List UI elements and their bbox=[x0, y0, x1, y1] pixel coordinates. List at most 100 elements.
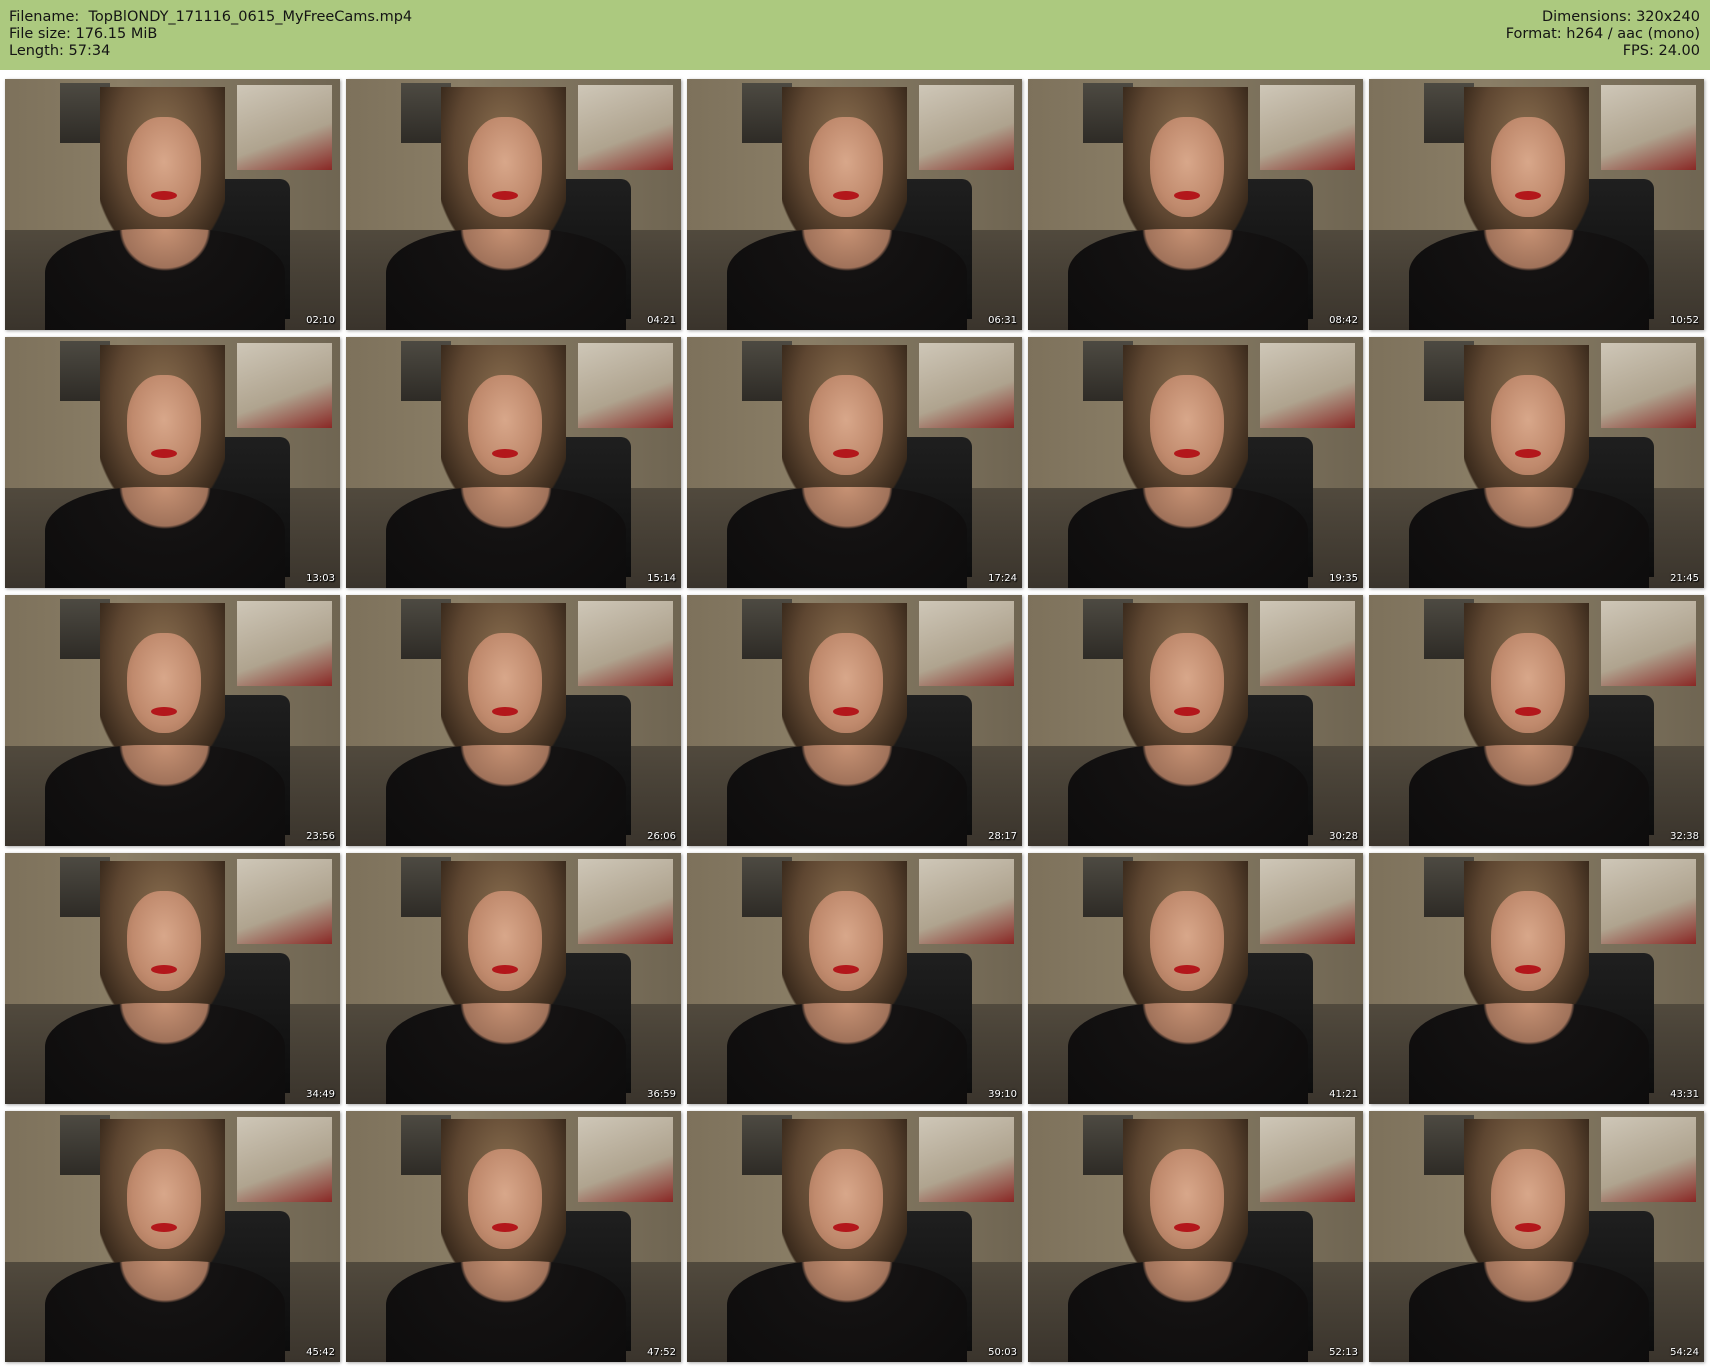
file-info: Filename: TopBlONDY_171116_0615_MyFreeCa… bbox=[9, 9, 412, 60]
thumbnail-timestamp: 21:45 bbox=[1670, 573, 1699, 584]
thumbnail-image-body bbox=[1068, 745, 1308, 846]
thumbnail-image-poster bbox=[578, 601, 673, 686]
thumbnail-timestamp: 28:17 bbox=[988, 831, 1017, 842]
thumbnail-image-face bbox=[468, 1149, 542, 1249]
fps-label: FPS: bbox=[1622, 43, 1654, 59]
video-thumbnail: 06:31 bbox=[687, 79, 1022, 330]
thumbnail-image-lips bbox=[1174, 449, 1200, 458]
thumbnail-timestamp: 54:24 bbox=[1670, 1347, 1699, 1358]
thumbnail-image-body bbox=[45, 487, 285, 588]
thumbnail-image-poster bbox=[1260, 859, 1355, 944]
thumbnail-image-body bbox=[1068, 1003, 1308, 1104]
thumbnail-image-face bbox=[1150, 1149, 1224, 1249]
video-thumbnail: 26:06 bbox=[346, 595, 681, 846]
thumbnail-image-poster bbox=[1260, 601, 1355, 686]
thumbnail-image-poster bbox=[237, 859, 332, 944]
thumbnail-image-face bbox=[468, 375, 542, 475]
thumbnail-timestamp: 26:06 bbox=[647, 831, 676, 842]
video-thumbnail: 36:59 bbox=[346, 853, 681, 1104]
filesize-row: File size: 176.15 MiB bbox=[9, 26, 412, 43]
thumbnail-image-poster bbox=[1260, 1117, 1355, 1202]
thumbnail-image-poster bbox=[919, 601, 1014, 686]
thumbnail-image-face bbox=[809, 375, 883, 475]
thumbnail-image-poster bbox=[919, 85, 1014, 170]
thumbnail-image-face bbox=[468, 891, 542, 991]
thumbnail-timestamp: 30:28 bbox=[1329, 831, 1358, 842]
video-thumbnail: 21:45 bbox=[1369, 337, 1704, 588]
media-info: Dimensions: 320x240 Format: h264 / aac (… bbox=[1506, 9, 1700, 60]
thumbnail-image-lips bbox=[833, 191, 859, 200]
thumbnail-image-poster bbox=[578, 85, 673, 170]
video-thumbnail: 10:52 bbox=[1369, 79, 1704, 330]
thumbnail-image-body bbox=[45, 1261, 285, 1362]
thumbnail-image-lips bbox=[492, 965, 518, 974]
video-thumbnail: 19:35 bbox=[1028, 337, 1363, 588]
length-label: Length: bbox=[9, 43, 64, 59]
thumbnail-image-body bbox=[386, 487, 626, 588]
thumbnail-timestamp: 15:14 bbox=[647, 573, 676, 584]
thumbnail-image-lips bbox=[833, 965, 859, 974]
thumbnail-image-poster bbox=[237, 1117, 332, 1202]
dimensions-label: Dimensions: bbox=[1541, 9, 1632, 25]
thumbnail-image-poster bbox=[1601, 85, 1696, 170]
thumbnail-image-body bbox=[1409, 229, 1649, 330]
thumbnail-image-body bbox=[386, 745, 626, 846]
length-row: Length: 57:34 bbox=[9, 43, 412, 60]
thumbnail-timestamp: 34:49 bbox=[306, 1089, 335, 1100]
thumbnail-image-body bbox=[386, 229, 626, 330]
thumbnail-image-face bbox=[1150, 633, 1224, 733]
thumbnail-image-body bbox=[45, 229, 285, 330]
thumbnail-timestamp: 41:21 bbox=[1329, 1089, 1358, 1100]
video-thumbnail: 43:31 bbox=[1369, 853, 1704, 1104]
thumbnail-timestamp: 47:52 bbox=[647, 1347, 676, 1358]
thumbnail-image-lips bbox=[833, 1223, 859, 1232]
thumbnail-image-lips bbox=[151, 191, 177, 200]
thumbnail-timestamp: 36:59 bbox=[647, 1089, 676, 1100]
thumbnail-image-body bbox=[1068, 1261, 1308, 1362]
thumbnail-image-lips bbox=[1174, 965, 1200, 974]
video-thumbnail: 41:21 bbox=[1028, 853, 1363, 1104]
thumbnail-image-lips bbox=[492, 1223, 518, 1232]
thumbnail-image-body bbox=[1409, 1261, 1649, 1362]
video-thumbnail: 30:28 bbox=[1028, 595, 1363, 846]
thumbnail-image-poster bbox=[919, 859, 1014, 944]
thumbnail-image-poster bbox=[1260, 343, 1355, 428]
filename-row: Filename: TopBlONDY_171116_0615_MyFreeCa… bbox=[9, 9, 412, 26]
thumbnail-image-poster bbox=[578, 859, 673, 944]
thumbnail-image-face bbox=[1491, 375, 1565, 475]
video-thumbnail: 32:38 bbox=[1369, 595, 1704, 846]
thumbnail-image-poster bbox=[237, 85, 332, 170]
thumbnail-image-poster bbox=[1601, 859, 1696, 944]
metadata-header: Filename: TopBlONDY_171116_0615_MyFreeCa… bbox=[0, 0, 1710, 70]
thumbnail-image-poster bbox=[919, 343, 1014, 428]
thumbnail-timestamp: 10:52 bbox=[1670, 315, 1699, 326]
thumbnail-image-poster bbox=[578, 1117, 673, 1202]
thumbnail-grid: 02:10 04:21 06:31 08:42 10:52 13:03 15:14 17:24… bbox=[5, 79, 1705, 1362]
video-thumbnail: 45:42 bbox=[5, 1111, 340, 1362]
thumbnail-image-face bbox=[1491, 1149, 1565, 1249]
format-row: Format: h264 / aac (mono) bbox=[1506, 26, 1700, 43]
video-thumbnail: 13:03 bbox=[5, 337, 340, 588]
video-thumbnail: 39:10 bbox=[687, 853, 1022, 1104]
thumbnail-image-poster bbox=[919, 1117, 1014, 1202]
thumbnail-image-poster bbox=[237, 343, 332, 428]
thumbnail-timestamp: 50:03 bbox=[988, 1347, 1017, 1358]
thumbnail-image-lips bbox=[492, 449, 518, 458]
thumbnail-image-body bbox=[1409, 487, 1649, 588]
thumbnail-image-face bbox=[809, 891, 883, 991]
thumbnail-image-lips bbox=[151, 449, 177, 458]
thumbnail-image-lips bbox=[1174, 191, 1200, 200]
video-thumbnail: 52:13 bbox=[1028, 1111, 1363, 1362]
video-thumbnail: 08:42 bbox=[1028, 79, 1363, 330]
thumbnail-image-body bbox=[727, 745, 967, 846]
thumbnail-image-lips bbox=[1515, 965, 1541, 974]
thumbnail-image-face bbox=[809, 1149, 883, 1249]
thumbnail-image-face bbox=[127, 375, 201, 475]
video-thumbnail: 28:17 bbox=[687, 595, 1022, 846]
video-thumbnail: 23:56 bbox=[5, 595, 340, 846]
thumbnail-image-lips bbox=[151, 1223, 177, 1232]
thumbnail-image-face bbox=[127, 633, 201, 733]
thumbnail-timestamp: 17:24 bbox=[988, 573, 1017, 584]
fps-value: 24.00 bbox=[1658, 43, 1700, 59]
thumbnail-image-face bbox=[1150, 891, 1224, 991]
